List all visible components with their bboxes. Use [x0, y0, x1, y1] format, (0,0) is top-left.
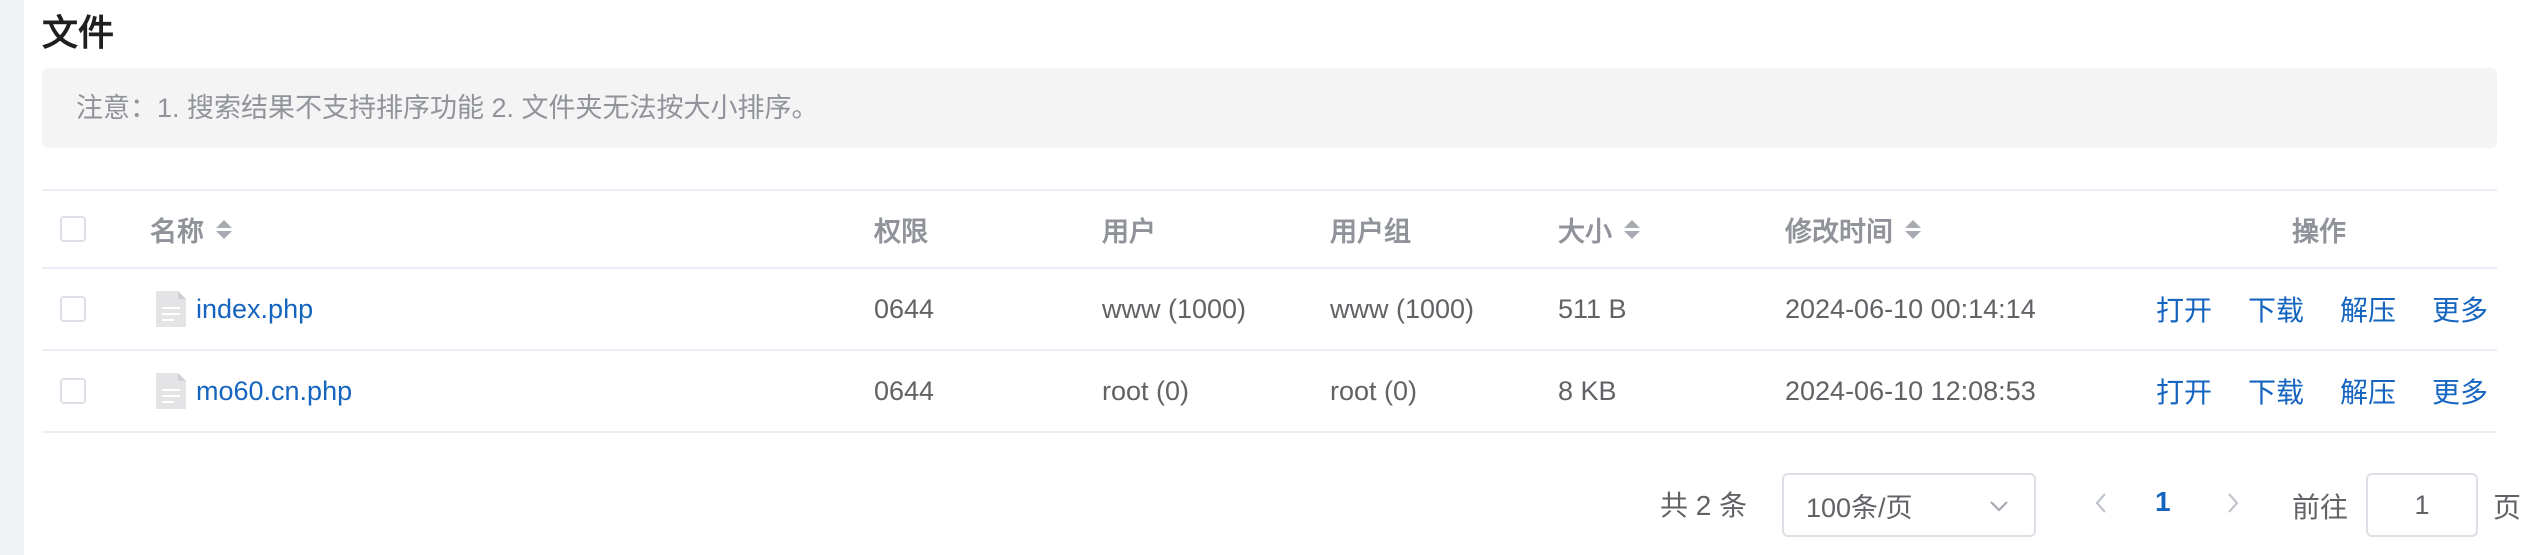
group-cell: root (0): [1330, 375, 1418, 406]
permission-cell: 0644: [874, 375, 935, 406]
name-cell: index.php: [154, 269, 313, 349]
column-user-header: 用户: [1102, 191, 1156, 267]
notice-banner: 注意：1. 搜索结果不支持排序功能 2. 文件夹无法按大小排序。: [42, 68, 2497, 148]
download-button[interactable]: 下载: [2248, 371, 2304, 411]
sort-caret-icon[interactable]: [1624, 219, 1640, 239]
column-actions-header: 操作: [2292, 191, 2346, 267]
row-checkbox[interactable]: [60, 296, 86, 322]
column-permission-header: 权限: [874, 191, 928, 267]
modified-cell: 2024-06-10 00:14:14: [1785, 293, 2036, 324]
chevron-left-icon[interactable]: [2090, 490, 2112, 516]
select-all-cell: [60, 191, 86, 267]
select-all-checkbox[interactable]: [60, 216, 86, 242]
group-cell: www (1000): [1330, 293, 1475, 324]
more-button[interactable]: 更多: [2432, 371, 2488, 411]
row-checkbox[interactable]: [60, 378, 86, 404]
table-header: 名称 权限 用户 用户组 大小 修改时间 操作: [42, 189, 2497, 269]
name-cell: mo60.cn.php: [154, 351, 352, 431]
more-button[interactable]: 更多: [2432, 289, 2488, 329]
download-button[interactable]: 下载: [2248, 289, 2304, 329]
section-title: 文件: [42, 12, 115, 53]
open-button[interactable]: 打开: [2156, 371, 2212, 411]
user-cell: www (1000): [1102, 293, 1247, 324]
goto-page-input[interactable]: 1: [2366, 473, 2478, 537]
table-row: index.php 0644 www (1000) www (1000) 511…: [42, 269, 2497, 351]
page-size-value: 100条/页: [1806, 492, 1913, 523]
column-size-label: 大小: [1558, 216, 1612, 247]
column-group-header: 用户组: [1330, 191, 1411, 267]
size-cell: 8 KB: [1558, 375, 1617, 406]
column-name-header[interactable]: 名称: [150, 191, 232, 267]
sort-caret-icon[interactable]: [216, 219, 232, 239]
actions-cell: 打开 下载 解压 更多: [2156, 351, 2488, 431]
extract-button[interactable]: 解压: [2340, 289, 2396, 329]
column-name-label: 名称: [150, 216, 204, 247]
goto-label: 前往: [2292, 492, 2349, 523]
user-cell: root (0): [1102, 375, 1190, 406]
chevron-down-icon: [1990, 501, 2008, 512]
permission-cell: 0644: [874, 293, 935, 324]
page-size-select[interactable]: 100条/页: [1782, 473, 2036, 537]
extract-button[interactable]: 解压: [2340, 371, 2396, 411]
column-modified-header[interactable]: 修改时间: [1785, 191, 1921, 267]
column-group-label: 用户组: [1330, 216, 1411, 247]
pagination-total: 共 2 条: [1660, 490, 1748, 521]
row-select-cell: [60, 351, 86, 431]
modified-cell: 2024-06-10 12:08:53: [1785, 375, 2036, 406]
column-actions-label: 操作: [2292, 216, 2346, 247]
goto-suffix: 页: [2493, 492, 2522, 523]
file-icon: [156, 373, 186, 409]
row-select-cell: [60, 269, 86, 349]
file-name-link[interactable]: mo60.cn.php: [196, 376, 352, 407]
file-name-link[interactable]: index.php: [196, 294, 313, 325]
column-permission-label: 权限: [874, 216, 928, 247]
size-cell: 511 B: [1558, 293, 1627, 324]
column-user-label: 用户: [1102, 216, 1156, 247]
page-number-current[interactable]: 1: [2155, 486, 2171, 518]
actions-cell: 打开 下载 解压 更多: [2156, 269, 2488, 349]
chevron-right-icon[interactable]: [2222, 490, 2244, 516]
column-size-header[interactable]: 大小: [1558, 191, 1640, 267]
file-icon: [156, 291, 186, 327]
table-row: mo60.cn.php 0644 root (0) root (0) 8 KB …: [42, 351, 2497, 433]
sort-caret-icon[interactable]: [1905, 219, 1921, 239]
column-modified-label: 修改时间: [1785, 216, 1893, 247]
open-button[interactable]: 打开: [2156, 289, 2212, 329]
